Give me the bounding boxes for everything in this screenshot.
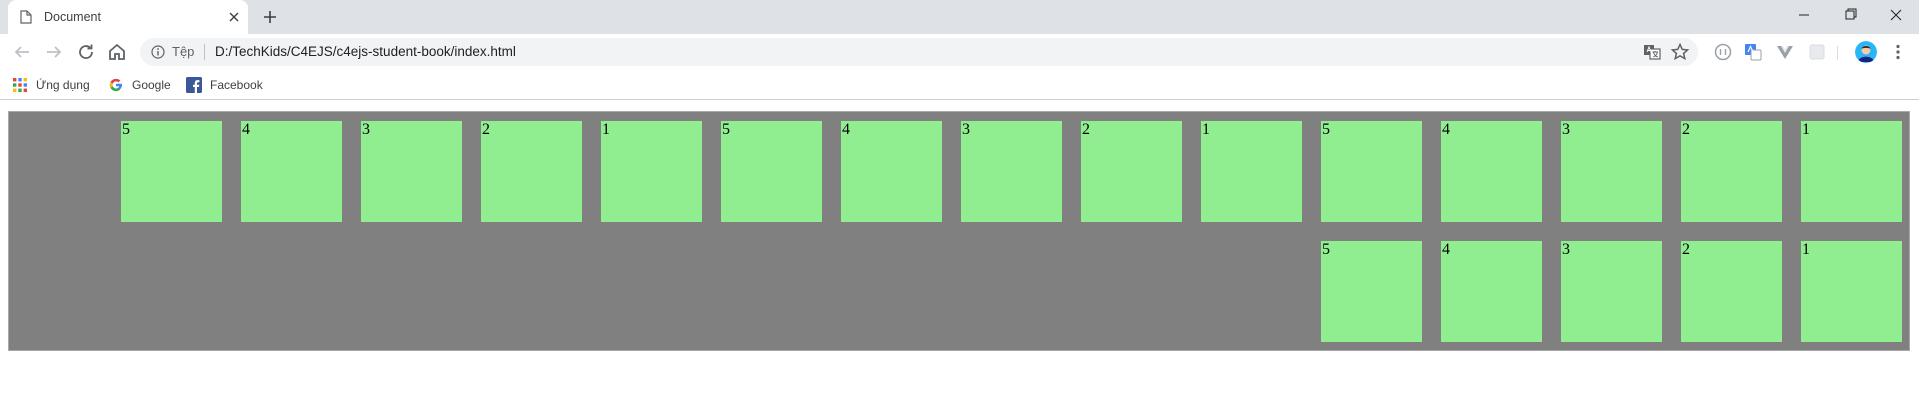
bookmarks-bar: Ứng dụng Google Facebook <box>0 70 1919 100</box>
green-square: 4 <box>1441 241 1542 342</box>
green-square: 3 <box>961 121 1062 222</box>
green-square: 3 <box>361 121 462 222</box>
square-number: 3 <box>1562 121 1570 138</box>
square-number: 4 <box>242 121 250 138</box>
square-number: 1 <box>602 121 610 138</box>
green-square: 2 <box>481 121 582 222</box>
maximize-icon[interactable] <box>1827 0 1873 30</box>
square-number: 5 <box>122 121 130 138</box>
square-number: 3 <box>1562 241 1570 258</box>
green-square: 2 <box>1681 241 1782 342</box>
tab-title: Document <box>44 10 101 24</box>
green-square: 1 <box>1801 241 1902 342</box>
square-number: 5 <box>1322 121 1330 138</box>
home-icon[interactable] <box>105 40 129 64</box>
square-number: 5 <box>1322 241 1330 258</box>
extension-circle-icon[interactable] <box>1713 42 1733 62</box>
green-square: 4 <box>241 121 342 222</box>
green-square: 1 <box>1201 121 1302 222</box>
extension-square-icon[interactable] <box>1807 42 1827 62</box>
minimize-icon[interactable] <box>1781 0 1827 30</box>
tab-strip: Document <box>0 0 1919 34</box>
square-number: 2 <box>1682 241 1690 258</box>
square-number: 1 <box>1802 121 1810 138</box>
facebook-icon <box>186 77 202 93</box>
square-number: 4 <box>842 121 850 138</box>
toolbar-divider <box>1837 46 1838 60</box>
square-number: 3 <box>362 121 370 138</box>
avatar-icon <box>1855 41 1877 63</box>
browser-toolbar: Tệp D:/TechKids/C4EJS/c4ejs-student-book… <box>0 34 1919 70</box>
square-number: 4 <box>1442 121 1450 138</box>
green-square: 4 <box>1441 121 1542 222</box>
green-square: 5 <box>1321 241 1422 342</box>
tab-document[interactable]: Document <box>8 0 248 34</box>
star-icon[interactable] <box>1670 42 1690 62</box>
info-icon[interactable] <box>151 45 165 59</box>
close-window-icon[interactable] <box>1873 0 1919 30</box>
green-square: 1 <box>1801 121 1902 222</box>
back-arrow-icon[interactable] <box>10 40 34 64</box>
square-number: 2 <box>482 121 490 138</box>
google-translate-extension-icon[interactable] <box>1743 42 1763 62</box>
squares-row-1: 5 4 3 2 1 5 4 3 2 1 5 4 3 2 1 <box>121 121 1902 222</box>
apps-grid-icon <box>13 78 27 92</box>
square-number: 4 <box>1442 241 1450 258</box>
squares-row-2: 5 4 3 2 1 <box>1321 241 1902 342</box>
translate-icon[interactable] <box>1643 43 1661 61</box>
forward-arrow-icon[interactable] <box>42 40 66 64</box>
green-square: 3 <box>1561 121 1662 222</box>
address-bar[interactable]: Tệp D:/TechKids/C4EJS/c4ejs-student-book… <box>140 38 1698 66</box>
document-icon <box>20 10 32 24</box>
google-icon <box>109 78 122 92</box>
profile-avatar[interactable] <box>1855 41 1877 63</box>
menu-kebab-icon[interactable] <box>1889 43 1907 61</box>
green-square: 5 <box>721 121 822 222</box>
close-tab-icon[interactable] <box>225 8 243 26</box>
bookmark-label: Google <box>132 78 171 92</box>
address-divider <box>204 44 205 60</box>
bookmark-label: Facebook <box>210 78 263 92</box>
green-square: 2 <box>1081 121 1182 222</box>
square-number: 1 <box>1802 241 1810 258</box>
green-square: 2 <box>1681 121 1782 222</box>
green-square: 5 <box>1321 121 1422 222</box>
green-square: 4 <box>841 121 942 222</box>
page-content: 5 4 3 2 1 5 4 3 2 1 5 4 3 2 1 5 4 3 2 1 <box>8 111 1910 351</box>
green-square: 5 <box>121 121 222 222</box>
green-square: 1 <box>601 121 702 222</box>
square-number: 5 <box>722 121 730 138</box>
reload-icon[interactable] <box>74 40 98 64</box>
bookmark-label: Ứng dụng <box>36 78 90 92</box>
green-square: 3 <box>1561 241 1662 342</box>
vuejs-extension-icon[interactable] <box>1775 42 1795 62</box>
square-number: 3 <box>962 121 970 138</box>
url-text[interactable]: D:/TechKids/C4EJS/c4ejs-student-book/ind… <box>215 44 516 60</box>
bookmark-google[interactable]: Google <box>108 76 171 94</box>
square-number: 1 <box>1202 121 1210 138</box>
bookmark-facebook[interactable]: Facebook <box>186 76 263 94</box>
new-tab-icon[interactable] <box>260 7 280 27</box>
scheme-label: Tệp <box>172 44 195 59</box>
square-number: 2 <box>1082 121 1090 138</box>
bookmark-apps[interactable]: Ứng dụng <box>12 76 90 94</box>
square-number: 2 <box>1682 121 1690 138</box>
